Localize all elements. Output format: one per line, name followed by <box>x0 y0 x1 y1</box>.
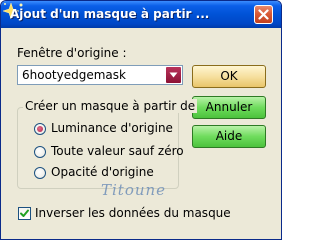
source-window-dropdown[interactable]: 6hootyedgemask <box>17 65 183 85</box>
create-mask-group-title: Créer un masque à partir de <box>23 99 198 113</box>
close-icon <box>258 9 269 20</box>
dialog-window: Ajout d'un masque à partir ... Fenêtre d… <box>0 0 282 240</box>
radio-luminance[interactable] <box>34 123 46 135</box>
radio-opacity-label[interactable]: Opacité d'origine <box>51 165 154 179</box>
source-window-label: Fenêtre d'origine : <box>17 46 127 60</box>
radio-nonzero-label[interactable]: Toute valeur sauf zéro <box>51 144 184 158</box>
source-window-value: 6hootyedgemask <box>22 68 126 82</box>
radio-opacity[interactable] <box>34 167 46 179</box>
watermark-signature: Titoune <box>101 181 167 199</box>
invert-label[interactable]: Inverser les données du masque <box>35 206 231 220</box>
window-title: Ajout d'un masque à partir ... <box>10 7 210 21</box>
close-button[interactable] <box>254 5 273 24</box>
ok-button[interactable]: OK <box>192 65 266 88</box>
radio-selected-dot <box>37 126 43 132</box>
dropdown-arrow-button[interactable] <box>166 67 181 83</box>
radio-luminance-label[interactable]: Luminance d'origine <box>51 121 173 135</box>
radio-nonzero[interactable] <box>34 146 46 158</box>
chevron-down-icon <box>169 72 178 78</box>
invert-checkbox[interactable] <box>18 207 31 220</box>
help-button[interactable]: Aide <box>192 125 266 148</box>
title-bar[interactable]: Ajout d'un masque à partir ... <box>1 1 281 28</box>
cancel-button[interactable]: Annuler <box>192 96 266 119</box>
checkmark-icon <box>20 209 29 217</box>
